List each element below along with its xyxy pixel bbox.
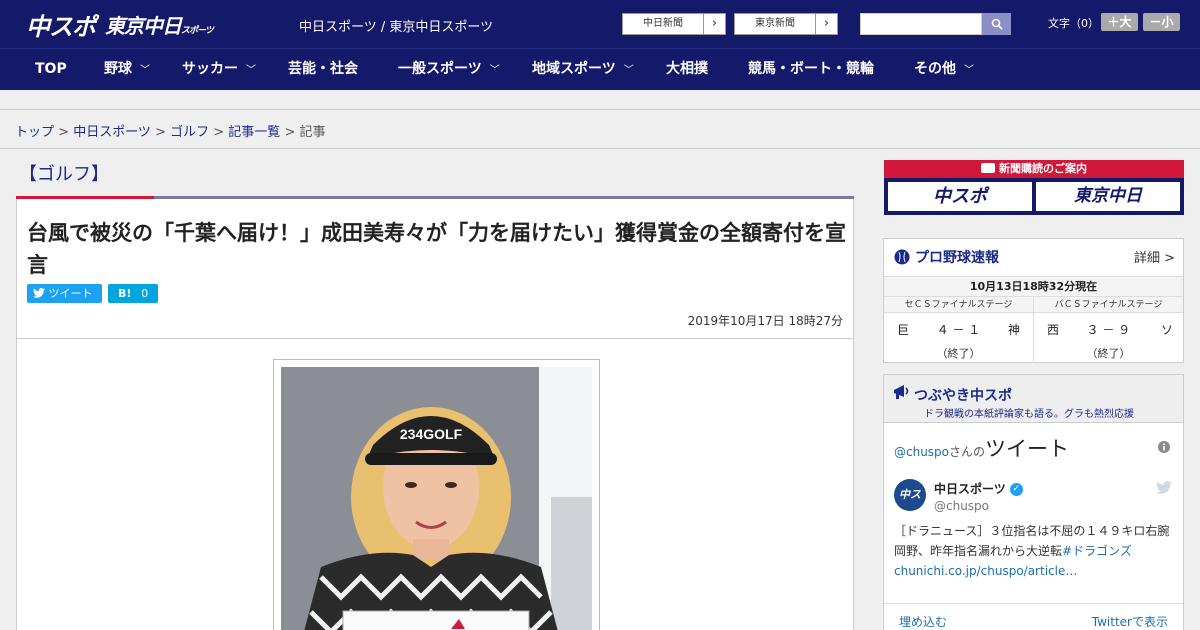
subscribe-tokyo-chunichi-link[interactable]: 東京中日 bbox=[1036, 182, 1180, 211]
baseball-icon bbox=[894, 249, 910, 265]
baseball-game[interactable]: パＣＳファイナルステージ 西 ３ － ９ ソ （終了） bbox=[1034, 297, 1183, 363]
tweet-author-name[interactable]: 中日スポーツ ✓ bbox=[934, 480, 1023, 497]
chunichi-shimbun-link[interactable]: 中日新聞 › bbox=[622, 13, 726, 35]
font-larger-button[interactable]: ＋大 bbox=[1101, 13, 1138, 31]
search-icon bbox=[991, 18, 1003, 30]
divider bbox=[17, 338, 853, 339]
breadcrumb-golf[interactable]: ゴルフ bbox=[170, 125, 209, 140]
tweet-share-button[interactable]: ツイート bbox=[27, 284, 102, 303]
nav-item-baseball[interactable]: 野球 ﹀ bbox=[104, 49, 150, 91]
breadcrumb-article-list[interactable]: 記事一覧 bbox=[228, 125, 280, 140]
nav-item-general-sports[interactable]: 一般スポーツ ﹀ bbox=[398, 49, 500, 91]
team-away: 神 bbox=[1007, 323, 1020, 337]
nav-item-other[interactable]: その他 ﹀ bbox=[914, 49, 974, 91]
svg-text:234GOLF: 234GOLF bbox=[400, 426, 463, 442]
baseball-widget-title: プロ野球速報 bbox=[894, 247, 999, 267]
site-logo[interactable]: 中スポ 東京中日スポーツ bbox=[26, 10, 214, 41]
main-nav: TOP 野球 ﹀ サッカー ﹀ 芸能・社会 一般スポーツ ﹀ 地域スポーツ ﹀ 大相撲 … bbox=[0, 48, 1200, 90]
logo-chuspo: 中スポ bbox=[26, 12, 96, 41]
search-button[interactable] bbox=[982, 13, 1011, 35]
site-header: 中スポ 東京中日スポーツ 中日スポーツ / 東京中日スポーツ 中日新聞 › 東京… bbox=[0, 0, 1200, 48]
view-on-twitter-link[interactable]: Twitterで表示 bbox=[1092, 613, 1168, 630]
chevron-down-icon: ﹀ bbox=[623, 65, 634, 76]
chevron-down-icon: ﹀ bbox=[489, 65, 500, 76]
article-headline: 台風で被災の「千葉へ届け！」成田美寿々が「力を届けたい」獲得賞金の全額寄付を宣言 bbox=[27, 221, 846, 277]
verified-icon: ✓ bbox=[1009, 483, 1023, 496]
article-link[interactable]: chunichi.co.jp/chuspo/article… bbox=[894, 564, 1077, 578]
subnav-strip bbox=[0, 90, 1200, 110]
nav-item-entertainment[interactable]: 芸能・社会 bbox=[288, 49, 358, 91]
baseball-details-link[interactable]: 詳細 > bbox=[1134, 247, 1175, 266]
subscription-heading: 新聞購読のご案内 bbox=[884, 160, 1184, 178]
twitter-widget-subtitle: ドラ観戦の本紙評論家も語る。グラも熱烈応援 bbox=[924, 409, 1134, 420]
game-stage: パＣＳファイナルステージ bbox=[1034, 297, 1183, 313]
info-icon[interactable] bbox=[1158, 441, 1170, 453]
chevron-down-icon: ﹀ bbox=[246, 65, 256, 76]
breadcrumb-current: 記事 bbox=[299, 125, 326, 140]
hatena-count: 0 bbox=[141, 287, 149, 300]
tweets-heading: @chuspoさんのツイート bbox=[894, 437, 1070, 461]
hatena-icon: B! bbox=[118, 287, 132, 300]
tokyo-shimbun-link[interactable]: 東京新聞 › bbox=[734, 13, 838, 35]
breadcrumb-chunichi-sports[interactable]: 中日スポーツ bbox=[73, 125, 151, 140]
nav-item-sumo[interactable]: 大相撲 bbox=[666, 49, 708, 91]
twitter-widget-header: つぶやき中スポ ドラ観戦の本紙評論家も語る。グラも熱烈応援 bbox=[884, 375, 1183, 423]
chevron-right-icon: › bbox=[703, 14, 725, 34]
tweet-label: ツイート bbox=[48, 287, 93, 300]
embed-link[interactable]: 埋め込む bbox=[899, 613, 947, 630]
tweet-author-handle[interactable]: @chuspo bbox=[934, 499, 989, 513]
baseball-timestamp: 10月13日18時32分現在 bbox=[884, 276, 1183, 297]
baseball-game[interactable]: セＣＳファイナルステージ 巨 ４ － １ 神 （終了） bbox=[884, 297, 1034, 363]
twitter-widget: つぶやき中スポ ドラ観戦の本紙評論家も語る。グラも熱烈応援 @chuspoさんの… bbox=[883, 374, 1184, 630]
newspaper-icon bbox=[981, 163, 995, 173]
photo-golfer-image: 234GOLF bbox=[281, 367, 592, 630]
avatar[interactable]: 中スポ bbox=[894, 479, 926, 533]
search-input[interactable] bbox=[860, 13, 982, 35]
article-photo[interactable]: 234GOLF bbox=[273, 359, 600, 630]
site-title[interactable]: 中日スポーツ / 東京中日スポーツ bbox=[299, 16, 493, 35]
font-size-label: 文字（0） bbox=[1048, 17, 1099, 30]
tweet-body: ［ドラニュース］３位指名は不屈の１４９キロ右腕 岡野、昨年指名漏れから大逆転#ド… bbox=[894, 524, 1182, 578]
divider bbox=[0, 148, 1200, 149]
chevron-right-icon: › bbox=[815, 14, 837, 34]
game-status: （終了） bbox=[1086, 347, 1131, 360]
baseball-scores-widget: プロ野球速報 詳細 > 10月13日18時32分現在 セＣＳファイナルステージ … bbox=[883, 238, 1184, 363]
subscription-banner[interactable]: 新聞購読のご案内 中スポ 東京中日 bbox=[884, 160, 1184, 215]
twitter-widget-footer: 埋め込む Twitterで表示 bbox=[884, 603, 1183, 630]
article-date: 2019年10月17日 18時27分 bbox=[687, 314, 843, 328]
breadcrumb-top[interactable]: トップ bbox=[15, 125, 54, 140]
nav-item-regional-sports[interactable]: 地域スポーツ ﹀ bbox=[532, 49, 634, 91]
game-status: （終了） bbox=[936, 347, 981, 360]
font-smaller-button[interactable]: －小 bbox=[1143, 13, 1180, 31]
logo-tokyo-chunichi: 東京中日スポーツ bbox=[105, 13, 214, 38]
nav-item-top[interactable]: TOP bbox=[35, 49, 67, 91]
article-card: 台風で被災の「千葉へ届け！」成田美寿々が「力を届けたい」獲得賞金の全額寄付を宣言… bbox=[16, 199, 854, 630]
hashtag-link[interactable]: #ドラゴンズ bbox=[1062, 544, 1132, 558]
twitter-bird-icon bbox=[1156, 481, 1172, 494]
chunichi-shimbun-label: 中日新聞 bbox=[643, 18, 683, 29]
team-away: ソ bbox=[1160, 323, 1173, 337]
nav-item-racing[interactable]: 競馬・ボート・競輪 bbox=[748, 49, 874, 91]
tokyo-shimbun-label: 東京新聞 bbox=[755, 18, 795, 29]
handle-link[interactable]: @chuspo bbox=[894, 445, 949, 459]
subscribe-chuspo-link[interactable]: 中スポ bbox=[888, 182, 1032, 211]
game-stage: セＣＳファイナルステージ bbox=[884, 297, 1033, 313]
twitter-widget-title: つぶやき中スポ bbox=[914, 388, 1012, 404]
megaphone-icon bbox=[894, 385, 909, 399]
hatena-bookmark-button[interactable]: B! 0 bbox=[108, 284, 158, 303]
chevron-down-icon: ﹀ bbox=[140, 65, 150, 76]
nav-item-soccer[interactable]: サッカー ﹀ bbox=[182, 49, 256, 91]
article-category: 【ゴルフ】 bbox=[19, 164, 109, 185]
breadcrumb: トップ > 中日スポーツ > ゴルフ > 記事一覧 > 記事 bbox=[15, 125, 326, 140]
twitter-bird-icon bbox=[33, 288, 45, 298]
chevron-down-icon: ﹀ bbox=[964, 65, 974, 76]
